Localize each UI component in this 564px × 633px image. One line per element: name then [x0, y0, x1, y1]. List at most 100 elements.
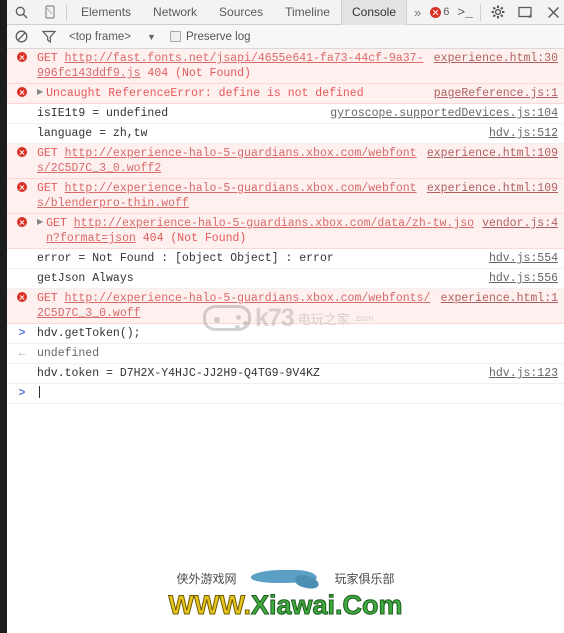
row-gutter [7, 251, 37, 252]
console-row[interactable]: language = zh,tw hdv.js:512 [7, 124, 564, 144]
console-message-text: hdv.getToken(); [37, 327, 141, 340]
close-icon[interactable] [540, 0, 564, 24]
input-arrow-icon: > [18, 387, 26, 400]
expand-triangle-icon[interactable]: ▶ [37, 86, 43, 97]
request-url-link[interactable]: http://experience-halo-5-guardians.xbox.… [46, 217, 474, 245]
tab-console[interactable]: Console [340, 0, 408, 25]
watermark-url-name: Xiawai [250, 590, 335, 621]
error-circle-icon [7, 51, 37, 62]
dock-position-icon[interactable] [512, 0, 540, 24]
error-circle-icon [17, 52, 27, 62]
preserve-log-checkbox[interactable] [169, 31, 181, 42]
error-circle-icon [7, 86, 37, 97]
console-message-text: GET http://experience-halo-5-guardians.x… [37, 181, 427, 211]
device-toggle-icon[interactable] [35, 0, 63, 24]
message-prefix: GET [37, 52, 65, 65]
console-message-text: isIE1t9 = undefined [37, 107, 169, 120]
expand-triangle-icon[interactable]: ▶ [37, 216, 43, 227]
error-circle-icon [7, 291, 37, 302]
console-input-field[interactable] [37, 386, 558, 401]
frame-selector[interactable]: <top frame> [69, 31, 131, 43]
source-location-link[interactable]: experience.html:109 [427, 146, 558, 161]
console-row[interactable]: ▶ GET http://experience-halo-5-guardians.… [7, 214, 564, 249]
tab-network[interactable]: Network [142, 0, 208, 25]
tab-timeline[interactable]: Timeline [274, 0, 341, 25]
error-circle-icon [430, 6, 442, 18]
source-location-link[interactable]: experience.html:1 [441, 291, 558, 306]
source-location-link[interactable]: hdv.js:123 [489, 366, 558, 381]
error-count-label: 6 [443, 6, 450, 18]
source-location-link[interactable]: gyroscope.supportedDevices.js:104 [330, 106, 558, 121]
message-prefix: GET [37, 182, 65, 195]
more-tabs-icon[interactable]: » [407, 0, 428, 25]
ribbon-logo-icon [251, 568, 321, 588]
watermark-site-name: 侠外游戏网 [176, 571, 237, 586]
error-circle-icon [17, 147, 27, 157]
watermark-url-www: WWW. [168, 590, 251, 621]
devtools-window: Elements Network Sources Timeline Consol… [0, 0, 564, 633]
source-location-link[interactable]: pageReference.js:1 [434, 86, 558, 101]
request-url-link[interactable]: http://experience-halo-5-guardians.xbox.… [37, 182, 417, 210]
console-row[interactable]: error = Not Found : [object Object] : er… [7, 249, 564, 269]
row-gutter [7, 126, 37, 127]
console-message-text: Uncaught ReferenceError: define is not d… [46, 87, 364, 100]
message-prefix: GET [37, 147, 65, 160]
source-location-link[interactable]: hdv.js:554 [489, 251, 558, 266]
console-row[interactable]: GET http://experience-halo-5-guardians.x… [7, 179, 564, 214]
input-arrow-icon: > [7, 326, 37, 340]
source-location-link[interactable]: vendor.js:4 [482, 216, 558, 231]
console-row[interactable]: > hdv.getToken(); [7, 324, 564, 344]
console-message-text: language = zh,tw [37, 127, 148, 140]
watermark-bottom: 侠外游戏网 玩家俱乐部 WWW.Xiawai.Com [7, 567, 564, 627]
error-circle-icon [17, 292, 27, 302]
error-circle-icon [7, 181, 37, 192]
console-row[interactable]: GET http://fast.fonts.net/jsapi/4655e641… [7, 49, 564, 84]
watermark-url-tld: .Com [335, 590, 403, 621]
console-filter-bar: <top frame> ▼ Preserve log [7, 25, 564, 49]
toolbar-right-group: 6 >_ [428, 0, 564, 24]
source-location-link[interactable]: experience.html:109 [427, 181, 558, 196]
gear-icon[interactable] [484, 0, 512, 24]
row-gutter [7, 271, 37, 272]
console-message-text: hdv.token = D7H2X-Y4HJC-JJ2H9-Q4TG9-9V4K… [37, 367, 320, 380]
console-row[interactable]: isIE1t9 = undefined gyroscope.supportedDe… [7, 104, 564, 124]
error-count-badge[interactable]: 6 [428, 6, 453, 18]
console-row[interactable]: getJson Always hdv.js:556 [7, 269, 564, 289]
watermark-club-name: 玩家俱乐部 [334, 571, 395, 586]
watermark-url: WWW.Xiawai.Com [7, 589, 564, 621]
tab-elements[interactable]: Elements [70, 0, 142, 25]
error-circle-icon [17, 182, 27, 192]
chevron-down-icon[interactable]: ▼ [147, 32, 156, 42]
source-location-link[interactable]: hdv.js:512 [489, 126, 558, 141]
console-input-row[interactable]: > [7, 384, 564, 404]
tab-sources[interactable]: Sources [208, 0, 274, 25]
message-prefix: GET [37, 292, 65, 305]
console-message-list[interactable]: GET http://fast.fonts.net/jsapi/4655e641… [7, 49, 564, 404]
error-circle-icon [7, 216, 37, 227]
console-message-text: getJson Always [37, 272, 134, 285]
preserve-log-toggle[interactable]: Preserve log [169, 31, 251, 43]
search-icon[interactable] [7, 0, 35, 24]
toolbar-divider [66, 3, 67, 21]
request-url-link[interactable]: http://experience-halo-5-guardians.xbox.… [37, 292, 430, 320]
input-arrow-icon: > [18, 327, 26, 340]
console-message-text: undefined [37, 347, 100, 360]
console-row[interactable]: ▶ Uncaught ReferenceError: define is not … [7, 84, 564, 104]
result-arrow-icon: ← [7, 346, 37, 360]
console-drawer-icon[interactable]: >_ [453, 5, 477, 20]
message-suffix: 404 (Not Found) [135, 232, 247, 245]
text-caret [39, 386, 40, 398]
toolbar-divider-2 [479, 3, 481, 21]
console-row[interactable]: GET http://experience-halo-5-guardians.x… [7, 289, 564, 324]
source-location-link[interactable]: experience.html:30 [434, 51, 558, 66]
filter-funnel-icon[interactable] [35, 25, 63, 49]
console-row[interactable]: hdv.token = D7H2X-Y4HJC-JJ2H9-Q4TG9-9V4K… [7, 364, 564, 384]
source-location-link[interactable]: hdv.js:556 [489, 271, 558, 286]
console-message-text: error = Not Found : [object Object] : er… [37, 252, 334, 265]
console-message-text: GET http://experience-halo-5-guardians.x… [37, 146, 427, 176]
console-row[interactable]: GET http://experience-halo-5-guardians.x… [7, 144, 564, 179]
request-url-link[interactable]: http://experience-halo-5-guardians.xbox.… [37, 147, 417, 175]
console-row[interactable]: ← undefined [7, 344, 564, 364]
clear-console-icon[interactable] [7, 25, 35, 49]
message-prefix: GET [46, 217, 74, 230]
